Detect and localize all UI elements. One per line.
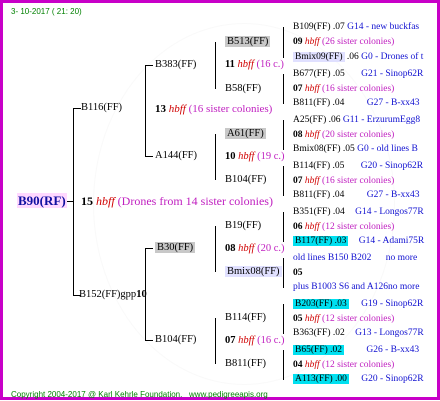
connector xyxy=(283,350,284,380)
copyright-label: Copyright 2004-2017 @ Karl Kehrle Founda… xyxy=(11,390,268,399)
node-b30[interactable]: B30(FF) xyxy=(155,242,196,254)
leaf-b65[interactable]: B65(FF) .02 G26 - B-xx43 xyxy=(293,344,419,356)
leaf-bmix09[interactable]: Bmix09(FF) .06 G0 - Drones of t xyxy=(293,51,423,63)
node-b114[interactable]: B114(FF) xyxy=(225,312,266,324)
connector xyxy=(73,108,74,296)
connector xyxy=(145,65,153,66)
father-name[interactable]: B116(FF) xyxy=(81,102,122,114)
root-gen-line: 15 hbff (Drones from 14 sister colonies) xyxy=(81,194,273,208)
connector xyxy=(215,226,216,272)
connector xyxy=(215,318,216,364)
leaf-gen-07a: 07 hbff (16 sister colonies) xyxy=(293,84,395,94)
leaf-gen-08: 08 hbff (20 sister colonies) xyxy=(293,130,395,140)
connector xyxy=(283,304,284,334)
node-a61[interactable]: A61(FF) xyxy=(225,128,266,140)
node-b19[interactable]: B19(FF) xyxy=(225,220,261,232)
leaf-gen-06: 06 hbff (12 sister colonies) xyxy=(293,222,395,232)
father-gen-line: 13 hbff (16 sister colonies) xyxy=(155,103,273,115)
leaf-gen-04: 04 hbff (12 sister colonies) xyxy=(293,360,395,370)
leaf-plus: plus B1003 S6 and A126no more xyxy=(293,282,420,292)
leaf-gen-09: 09 hbff (26 sister colonies) xyxy=(293,37,395,47)
connector xyxy=(283,74,284,104)
connector xyxy=(145,65,146,157)
leaf-b363[interactable]: B363(FF) .02 G13 - Longos77R xyxy=(293,327,424,339)
leaf-a25[interactable]: A25(FF) .06 G11 - ErzurumEgg8 xyxy=(293,114,420,126)
node-b513[interactable]: B513(FF) xyxy=(225,36,271,48)
node-a61-gen: 10 hbff (19 c.) xyxy=(225,151,285,162)
node-b58[interactable]: B58(FF) xyxy=(225,83,261,95)
leaf-a113[interactable]: A113(FF) .00 G20 - Sinop62R xyxy=(293,373,424,385)
node-b114-gen: 07 hbff (16 c.) xyxy=(225,335,285,346)
pedigree-frame: 3- 10-2017 ( 21: 20) B90(RF) 15 hbff (Dr… xyxy=(0,0,440,400)
leaf-b114[interactable]: B114(FF) .05 G20 - Sinop62R xyxy=(293,160,423,172)
leaf-gen-05a: 05 xyxy=(293,268,303,278)
date-label: 3- 10-2017 ( 21: 20) xyxy=(11,7,82,16)
node-a144[interactable]: A144(FF) xyxy=(155,150,197,162)
site-link[interactable]: www.pedigreeapis.org xyxy=(189,390,268,399)
leaf-gen-05b: 05 hbff (12 sister colonies) xyxy=(293,314,395,324)
connector xyxy=(283,258,284,288)
node-b811[interactable]: B811(FF) xyxy=(225,358,266,370)
root-name[interactable]: B90(RF) xyxy=(17,193,67,208)
node-b19-gen: 08 hbff (20 c.) xyxy=(225,243,285,254)
leaf-gen-07b: 07 hbff (16 sister colonies) xyxy=(293,176,395,186)
leaf-b117[interactable]: B117(FF) .03 G14 - Adami75R xyxy=(293,235,424,247)
mother-name[interactable]: B152(FF)gpp10 xyxy=(79,289,147,301)
leaf-b351[interactable]: B351(FF) .04 G14 - Longos77R xyxy=(293,206,424,218)
connector xyxy=(215,134,216,180)
node-b383[interactable]: B383(FF) xyxy=(155,59,196,71)
leaf-b203[interactable]: B203(FF) .03 G19 - Sinop62R xyxy=(293,298,423,310)
node-bmix08[interactable]: Bmix08(FF) xyxy=(225,266,282,278)
node-b104a[interactable]: B104(FF) xyxy=(225,174,266,186)
leaf-b677[interactable]: B677(FF) .05 G21 - Sinop62R xyxy=(293,68,423,80)
connector xyxy=(145,156,153,157)
connector xyxy=(73,108,81,109)
leaf-bmix08[interactable]: Bmix08(FF) .05 G0 - old lines B xyxy=(293,143,418,155)
leaf-b811b[interactable]: B811(FF) .04 G27 - B-xx43 xyxy=(293,189,420,201)
leaf-b109[interactable]: B109(FF) .07 G14 - new buckfas xyxy=(293,21,419,33)
connector xyxy=(283,212,284,242)
leaf-b811a[interactable]: B811(FF) .04 G27 - B-xx43 xyxy=(293,97,420,109)
node-b104b[interactable]: B104(FF) xyxy=(155,334,196,346)
connector xyxy=(283,166,284,196)
node-b513-gen: 11 hbff (16 c.) xyxy=(225,59,284,70)
connector xyxy=(145,340,153,341)
connector xyxy=(283,27,284,58)
connector xyxy=(66,201,74,202)
leaf-old-lines: old lines B150 B202 no more xyxy=(293,253,418,263)
connector xyxy=(215,42,216,89)
connector xyxy=(283,120,284,150)
connector xyxy=(145,248,153,249)
